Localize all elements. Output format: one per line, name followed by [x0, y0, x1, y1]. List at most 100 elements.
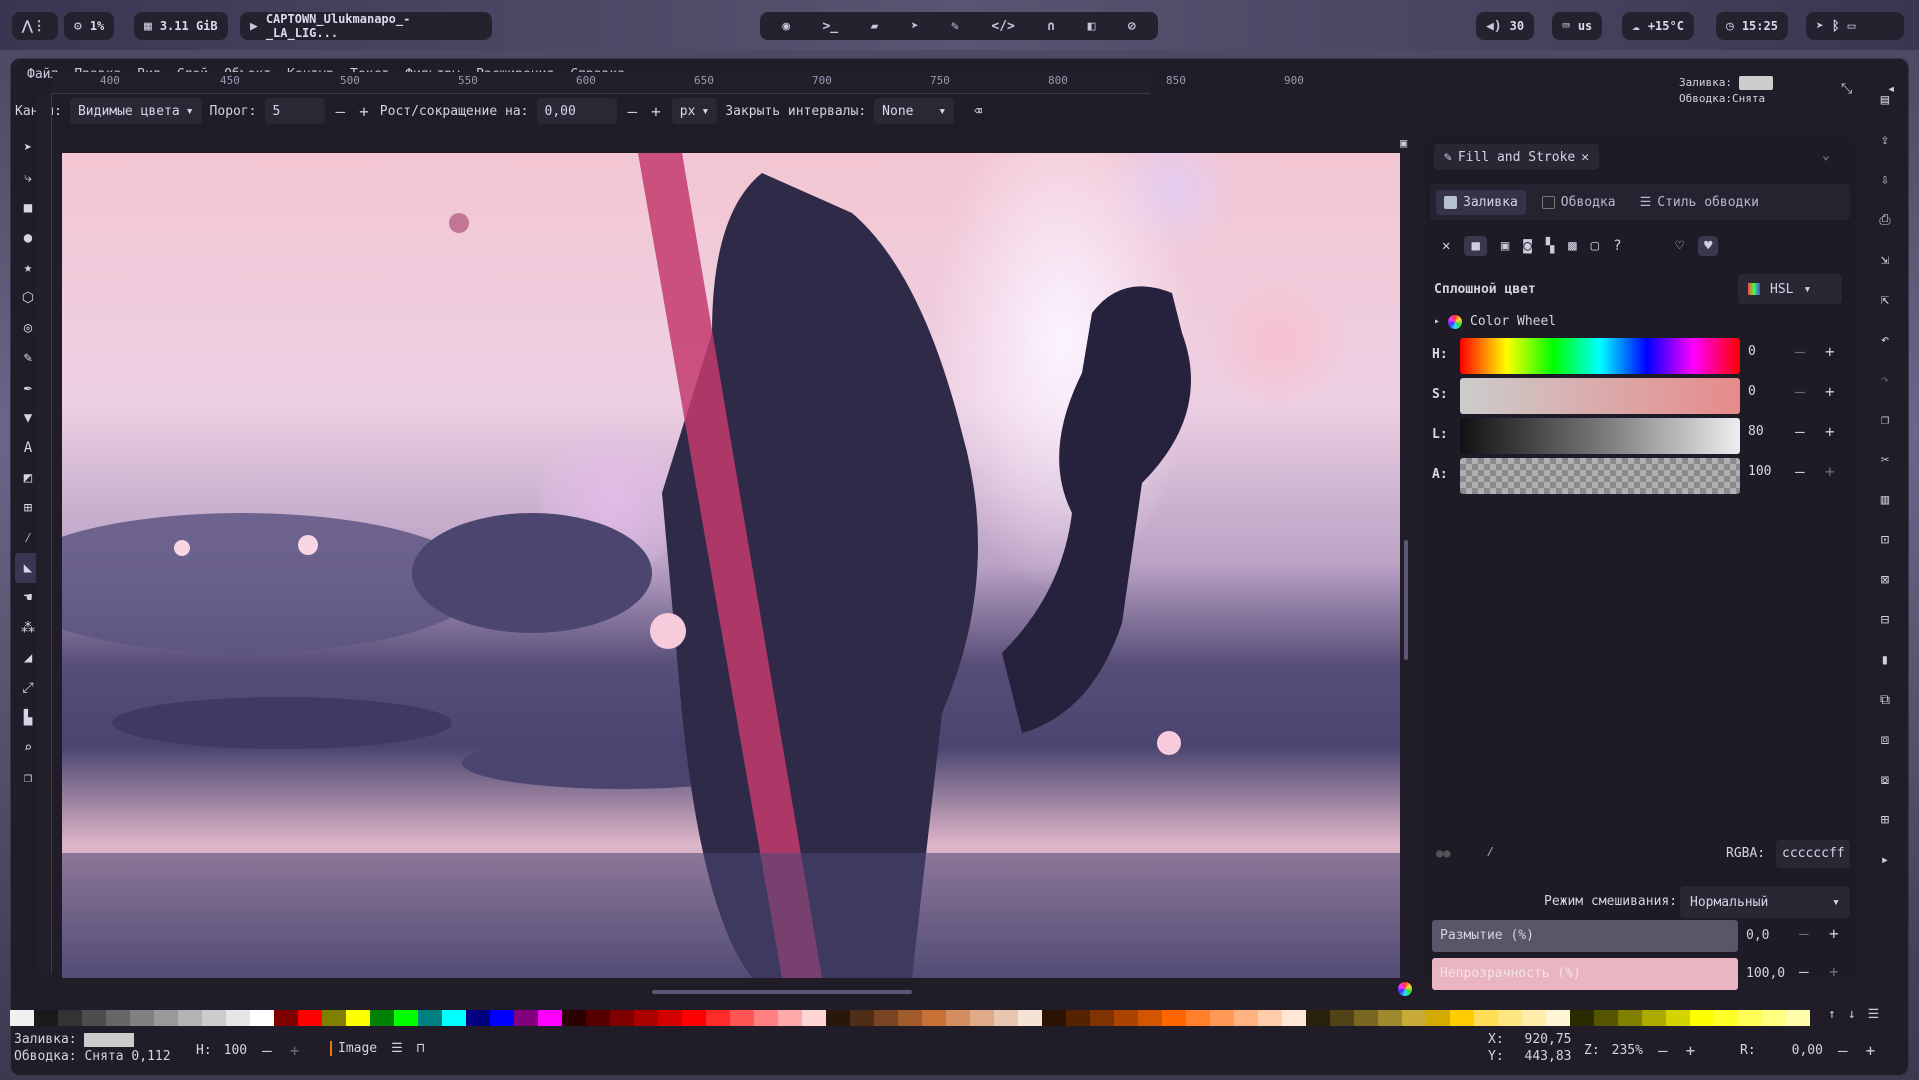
palette-swatch[interactable]: [1210, 1010, 1234, 1026]
palette-swatch[interactable]: [106, 1010, 130, 1026]
palette-swatch[interactable]: [586, 1010, 610, 1026]
palette-swatch[interactable]: [730, 1010, 754, 1026]
palette-swatch[interactable]: [802, 1010, 826, 1026]
minus-icon[interactable]: —: [333, 102, 349, 121]
palette-swatch[interactable]: [394, 1010, 418, 1026]
grow-input[interactable]: 0,00: [536, 98, 617, 124]
eyedropper-icon[interactable]: ⁄: [1486, 844, 1494, 861]
radial-gradient-icon[interactable]: ◙: [1523, 238, 1531, 254]
zoom-selection-icon[interactable]: ⊡: [1870, 520, 1900, 560]
unset-paint-icon[interactable]: ?: [1613, 238, 1621, 254]
channel-select[interactable]: Видимые цвета ▾: [69, 98, 202, 124]
window-icon[interactable]: ◧: [1088, 19, 1096, 34]
palette-swatch[interactable]: [1018, 1010, 1042, 1026]
unlink-clone-icon[interactable]: ⧇: [1870, 760, 1900, 800]
pattern-icon[interactable]: ▩: [1568, 238, 1576, 254]
palette-swatch[interactable]: [1738, 1010, 1762, 1026]
rotation-value[interactable]: 0,00: [1792, 1043, 1823, 1058]
status-h-value[interactable]: 100: [224, 1043, 247, 1058]
palette-swatch[interactable]: [1090, 1010, 1114, 1026]
minus-icon[interactable]: —: [1796, 962, 1812, 981]
palette-swatch[interactable]: [562, 1010, 586, 1026]
palette-swatch[interactable]: [1306, 1010, 1330, 1026]
palette-swatch[interactable]: [1162, 1010, 1186, 1026]
minus-icon[interactable]: —: [1792, 462, 1808, 481]
palette-swatch[interactable]: [1786, 1010, 1810, 1026]
minus-icon[interactable]: —: [1792, 342, 1808, 361]
palette-swatch[interactable]: [610, 1010, 634, 1026]
palette-swatch[interactable]: [994, 1010, 1018, 1026]
palette-swatch[interactable]: [1642, 1010, 1666, 1026]
plus-icon[interactable]: +: [648, 102, 664, 121]
palette-swatch[interactable]: [466, 1010, 490, 1026]
memory-indicator[interactable]: ▦ 3.11 GiB: [134, 12, 228, 40]
saturation-slider[interactable]: [1460, 378, 1740, 414]
blur-value[interactable]: 0,0: [1746, 928, 1769, 943]
palette-swatch[interactable]: [682, 1010, 706, 1026]
no-paint-icon[interactable]: ✕: [1442, 238, 1450, 254]
open-icon[interactable]: ⇪: [1870, 120, 1900, 160]
settings-icon[interactable]: ⊘: [1128, 19, 1136, 34]
panel-menu-icon[interactable]: ⌄: [1822, 148, 1830, 163]
palette-swatch[interactable]: [1762, 1010, 1786, 1026]
copy-icon[interactable]: ❐: [1870, 400, 1900, 440]
palette-swatch[interactable]: [154, 1010, 178, 1026]
bluetooth-icon[interactable]: ᛒ: [1832, 19, 1840, 34]
palette-swatch[interactable]: [1618, 1010, 1642, 1026]
palette-swatch[interactable]: [1282, 1010, 1306, 1026]
clone-icon[interactable]: ⧈: [1870, 720, 1900, 760]
swatch-icon[interactable]: ▢: [1591, 238, 1599, 254]
palette-swatch[interactable]: [34, 1010, 58, 1026]
palette-swatch[interactable]: [1138, 1010, 1162, 1026]
tab-stroke-style[interactable]: ☰ Стиль обводки: [1632, 190, 1767, 215]
zoom-page-icon[interactable]: ⊟: [1870, 600, 1900, 640]
plus-icon[interactable]: +: [1826, 924, 1842, 943]
opacity-slider[interactable]: Непрозрачность (%): [1432, 958, 1738, 990]
palette-swatch[interactable]: [1378, 1010, 1402, 1026]
palette-swatch[interactable]: [178, 1010, 202, 1026]
palette-swatch[interactable]: [274, 1010, 298, 1026]
close-icon[interactable]: ✕: [1581, 150, 1589, 165]
paste-icon[interactable]: ▥: [1870, 480, 1900, 520]
palette-swatch[interactable]: [1570, 1010, 1594, 1026]
minus-icon[interactable]: —: [259, 1041, 275, 1060]
close-gaps-select[interactable]: None ▾: [874, 98, 955, 124]
unit-select[interactable]: px ▾: [671, 98, 718, 124]
palette-swatch[interactable]: [658, 1010, 682, 1026]
palette-swatch[interactable]: [250, 1010, 274, 1026]
cpu-indicator[interactable]: ⚙ 1%: [64, 12, 115, 40]
resize-icon[interactable]: ⤡: [1841, 81, 1852, 97]
palette-swatch[interactable]: [1498, 1010, 1522, 1026]
blur-slider[interactable]: Размытие (%): [1432, 920, 1738, 952]
headphones-icon[interactable]: ∩: [1047, 19, 1055, 34]
save-icon[interactable]: ⇩: [1870, 160, 1900, 200]
send-icon[interactable]: ➤: [1816, 19, 1824, 34]
palette-swatch[interactable]: [538, 1010, 562, 1026]
fill-swatch[interactable]: [1738, 76, 1773, 90]
palette-swatch[interactable]: [898, 1010, 922, 1026]
layers-icon[interactable]: ☰: [391, 1041, 403, 1056]
palette-swatch[interactable]: [1258, 1010, 1282, 1026]
zoom-drawing-icon[interactable]: ⊠: [1870, 560, 1900, 600]
clock-indicator[interactable]: ◷ 15:25: [1716, 12, 1788, 40]
ruler-corner-icon[interactable]: ▣: [1400, 136, 1407, 150]
color-model-select[interactable]: HSL ▾: [1738, 274, 1842, 304]
palette-swatch[interactable]: [370, 1010, 394, 1026]
minus-icon[interactable]: —: [1792, 382, 1808, 401]
palette-menu-icon[interactable]: ☰: [1868, 1007, 1880, 1022]
palette-swatch[interactable]: [418, 1010, 442, 1026]
clear-icon[interactable]: ⌫: [974, 104, 982, 119]
telegram-icon[interactable]: ➤: [911, 19, 919, 34]
palette-swatch[interactable]: [922, 1010, 946, 1026]
import-icon[interactable]: ⇲: [1870, 240, 1900, 280]
arrow-up-icon[interactable]: ↑: [1828, 1007, 1836, 1022]
keyboard-indicator[interactable]: ⌨ us: [1552, 12, 1603, 40]
plus-icon[interactable]: +: [1826, 962, 1842, 981]
minus-icon[interactable]: —: [1792, 422, 1808, 441]
group-icon[interactable]: ⊞: [1870, 800, 1900, 840]
plus-icon[interactable]: +: [287, 1041, 303, 1060]
palette-swatch[interactable]: [1402, 1010, 1426, 1026]
flat-color-icon[interactable]: ■: [1464, 236, 1487, 256]
palette-swatch[interactable]: [1666, 1010, 1690, 1026]
blend-select[interactable]: Нормальный ▾: [1680, 886, 1850, 918]
